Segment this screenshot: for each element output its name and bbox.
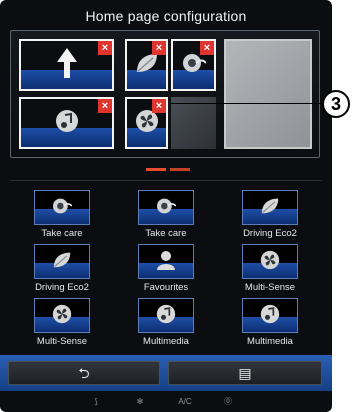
multimedia-screen: Home page configuration × × × × × Take c…	[0, 0, 332, 412]
widget-label: Multi-Sense	[244, 282, 296, 293]
callout-marker: 3	[322, 90, 350, 118]
eco-leaf-icon	[261, 198, 279, 214]
page-indicator	[146, 168, 192, 171]
delete-widget-button[interactable]: ×	[98, 41, 112, 55]
eco-leaf-icon	[53, 252, 71, 268]
widget-favourites[interactable]: Favourites	[116, 244, 216, 300]
empty-slot[interactable]	[171, 97, 216, 149]
widget-thumbnail	[34, 244, 90, 279]
widget-thumbnail	[138, 298, 194, 333]
page-dot-active[interactable]	[146, 168, 166, 171]
delete-widget-button[interactable]: ×	[152, 99, 166, 113]
divider	[10, 180, 322, 181]
person-icon	[157, 251, 175, 271]
action-bar: ⮌ ▤	[0, 355, 332, 391]
widget-multi-sense[interactable]: Multi-Sense	[220, 244, 320, 300]
eco-leaf-icon	[136, 54, 157, 73]
widget-label: Take care	[145, 228, 187, 239]
music-note-icon	[156, 305, 176, 324]
fan-icon	[52, 305, 72, 324]
widget-label: Driving Eco2	[35, 282, 89, 293]
ac-button[interactable]: A/C	[170, 395, 200, 409]
care-icon	[157, 198, 176, 214]
slot-multimedia[interactable]: ×	[19, 97, 114, 149]
page-dot[interactable]	[170, 168, 190, 171]
care-icon	[182, 54, 206, 73]
slot-take-care[interactable]: ×	[171, 39, 216, 91]
widget-label: Favourites	[143, 282, 189, 293]
callout-line	[170, 103, 322, 104]
home-page-layout-preview: × × × × ×	[10, 30, 320, 158]
widget-take-care[interactable]: Take care	[12, 190, 112, 246]
widget-label: Multi-Sense	[36, 336, 88, 347]
widget-multimedia[interactable]: Multimedia	[220, 298, 320, 354]
delete-widget-button[interactable]: ×	[152, 41, 166, 55]
widget-thumbnail	[138, 190, 194, 225]
music-note-icon	[55, 110, 78, 133]
widget-multi-sense[interactable]: Multi-Sense	[12, 298, 112, 354]
page-title: Home page configuration	[85, 8, 247, 24]
widget-driving-eco[interactable]: Driving Eco2	[12, 244, 112, 300]
widget-thumbnail	[34, 298, 90, 333]
widget-thumbnail	[242, 298, 298, 333]
navigation-arrow-icon	[56, 48, 77, 79]
seat-airflow-icon[interactable]: ⟆	[84, 395, 108, 409]
widget-label: Take care	[41, 228, 83, 239]
widget-label: Multimedia	[247, 336, 293, 347]
widget-thumbnail	[242, 244, 298, 279]
widget-thumbnail	[138, 244, 194, 279]
fan-icon	[260, 251, 280, 270]
slot-navigation[interactable]: ×	[19, 39, 114, 91]
widget-thumbnail	[34, 190, 90, 225]
widget-label: Multimedia	[143, 336, 189, 347]
widget-multimedia[interactable]: Multimedia	[116, 298, 216, 354]
music-note-icon	[260, 305, 280, 324]
slot-driving-eco[interactable]: ×	[125, 39, 168, 91]
empty-slot[interactable]	[224, 39, 312, 149]
back-button[interactable]: ⮌	[8, 361, 160, 385]
widget-take-care[interactable]: Take care	[116, 190, 216, 246]
slot-multi-sense[interactable]: ×	[125, 97, 168, 149]
care-icon	[53, 198, 72, 214]
widget-thumbnail	[242, 190, 298, 225]
menu-button[interactable]: ▤	[168, 361, 322, 385]
auto-climate-icon[interactable]: ⓪	[216, 395, 240, 409]
fan-icon[interactable]: ✻	[128, 395, 152, 409]
widget-label: Driving Eco2	[243, 228, 297, 239]
delete-widget-button[interactable]: ×	[200, 41, 214, 55]
climate-status-bar: ⟆ ✻ A/C ⓪	[0, 392, 332, 412]
widget-driving-eco[interactable]: Driving Eco2	[220, 190, 320, 246]
delete-widget-button[interactable]: ×	[98, 99, 112, 113]
menu-icon: ▤	[238, 365, 252, 381]
widget-list: Take care Take care Driving Eco2 Driving…	[0, 190, 332, 350]
back-icon: ⮌	[78, 365, 90, 381]
